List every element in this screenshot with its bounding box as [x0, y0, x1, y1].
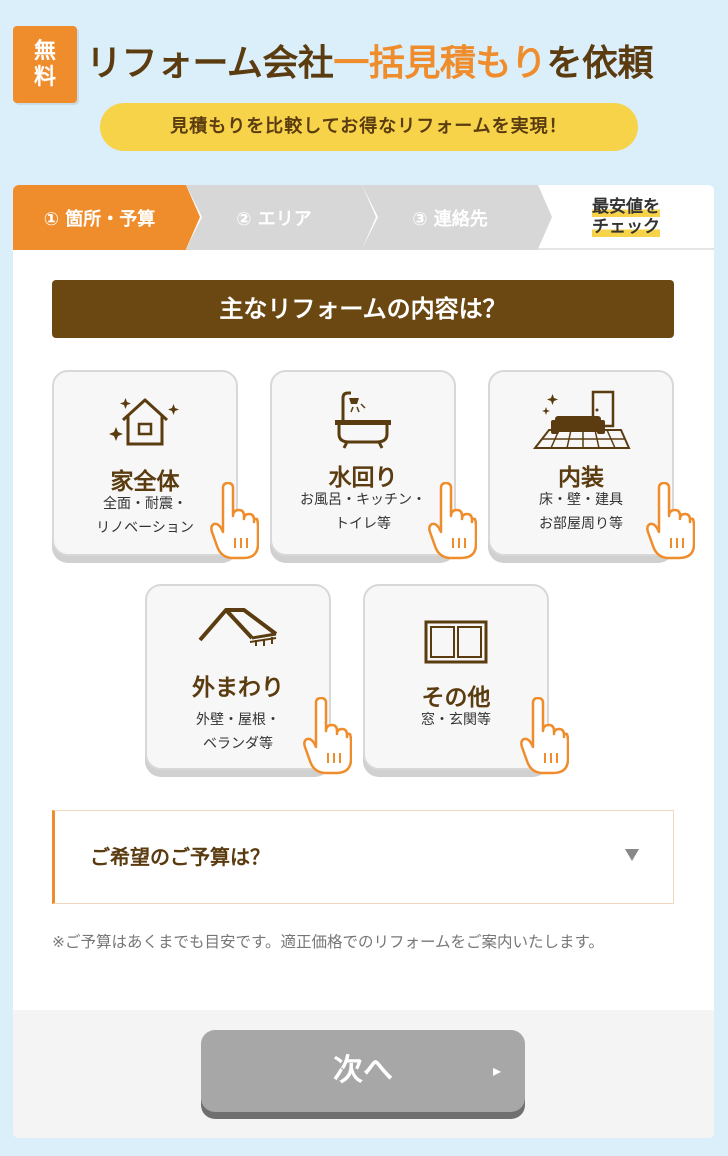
- headline-accent: 一括見積もり: [333, 43, 547, 84]
- step-4-line-2: チェック: [592, 216, 660, 237]
- chevron-right-icon: ▸: [492, 1061, 501, 1080]
- step-1: ① 箇所・予算: [13, 185, 202, 250]
- next-button-label: 次へ: [333, 1053, 393, 1088]
- pointer-hand-icon: [210, 482, 259, 560]
- step-3-arrow: [538, 185, 552, 249]
- pointer-hand-icon: [646, 482, 695, 560]
- budget-select[interactable]: ご希望のご予算は？: [52, 810, 674, 904]
- pointer-hand-icon: [303, 697, 352, 775]
- page-header: 無 料 リフォーム会社一括見積もりを依頼 見積もりを比較してお得なリフォームを実…: [0, 0, 728, 185]
- step-3: ③ 連絡先: [362, 185, 554, 250]
- step-4-line-1: 最安値を: [592, 196, 660, 217]
- question-heading: 主なリフォームの内容は？: [52, 280, 674, 338]
- option-desc-line-1: 全面・耐震・: [103, 496, 187, 512]
- pointer-hand-icon: [520, 697, 569, 775]
- headline-part-2: を依頼: [546, 43, 653, 84]
- option-desc-line-1: 窓・玄関等: [421, 712, 491, 728]
- form-card: ① 箇所・予算 ② エリア ③ 連絡先 最安値を チェック 主なリフォームの内容…: [13, 185, 714, 1138]
- option-desc-line-1: 床・壁・建具: [539, 492, 623, 508]
- option-desc-line-2: お部屋周り等: [539, 516, 623, 532]
- headline-part-1: リフォーム会社: [86, 43, 334, 84]
- option-desc-line-2: トイレ等: [335, 516, 391, 532]
- free-badge: 無 料: [13, 26, 77, 103]
- step-3-label: ③ 連絡先: [412, 208, 488, 230]
- interior-icon: [532, 390, 631, 449]
- step-1-arrow: [186, 185, 200, 249]
- next-button[interactable]: 次へ ▸: [201, 1030, 525, 1112]
- step-4: 最安値を チェック: [538, 185, 714, 250]
- roof-icon: [198, 608, 278, 646]
- step-4-label: 最安値を チェック: [592, 196, 660, 237]
- step-2-label: ② エリア: [236, 208, 312, 230]
- budget-note: ※ご予算はあくまでも目安です。適正価格でのリフォームをご案内いたします。: [52, 933, 604, 951]
- footer-action-area: 次へ ▸: [13, 1010, 714, 1138]
- budget-select-label: ご希望のご予算は？: [90, 845, 270, 869]
- step-1-label: ① 箇所・予算: [43, 208, 156, 230]
- option-desc-line-1: 外壁・屋根・: [196, 712, 280, 728]
- free-badge-char-1: 無: [33, 38, 56, 64]
- step-2-arrow: [362, 185, 376, 249]
- option-desc-line-2: リノベーション: [96, 520, 194, 536]
- page-headline: リフォーム会社一括見積もりを依頼: [86, 36, 726, 92]
- subtitle-pill: 見積もりを比較してお得なリフォームを実現！: [100, 103, 638, 151]
- free-badge-char-2: 料: [33, 64, 56, 90]
- pointer-hand-icon: [428, 482, 477, 560]
- step-2: ② エリア: [186, 185, 378, 250]
- caret-down-icon: [625, 849, 639, 861]
- bathtub-icon: [335, 391, 391, 449]
- house-icon: [109, 398, 179, 446]
- step-indicator: ① 箇所・予算 ② エリア ③ 連絡先 最安値を チェック: [13, 185, 714, 250]
- window-icon: [424, 620, 488, 664]
- option-desc-line-1: お風呂・キッチン・: [300, 492, 426, 508]
- option-desc-line-2: ベランダ等: [203, 736, 273, 752]
